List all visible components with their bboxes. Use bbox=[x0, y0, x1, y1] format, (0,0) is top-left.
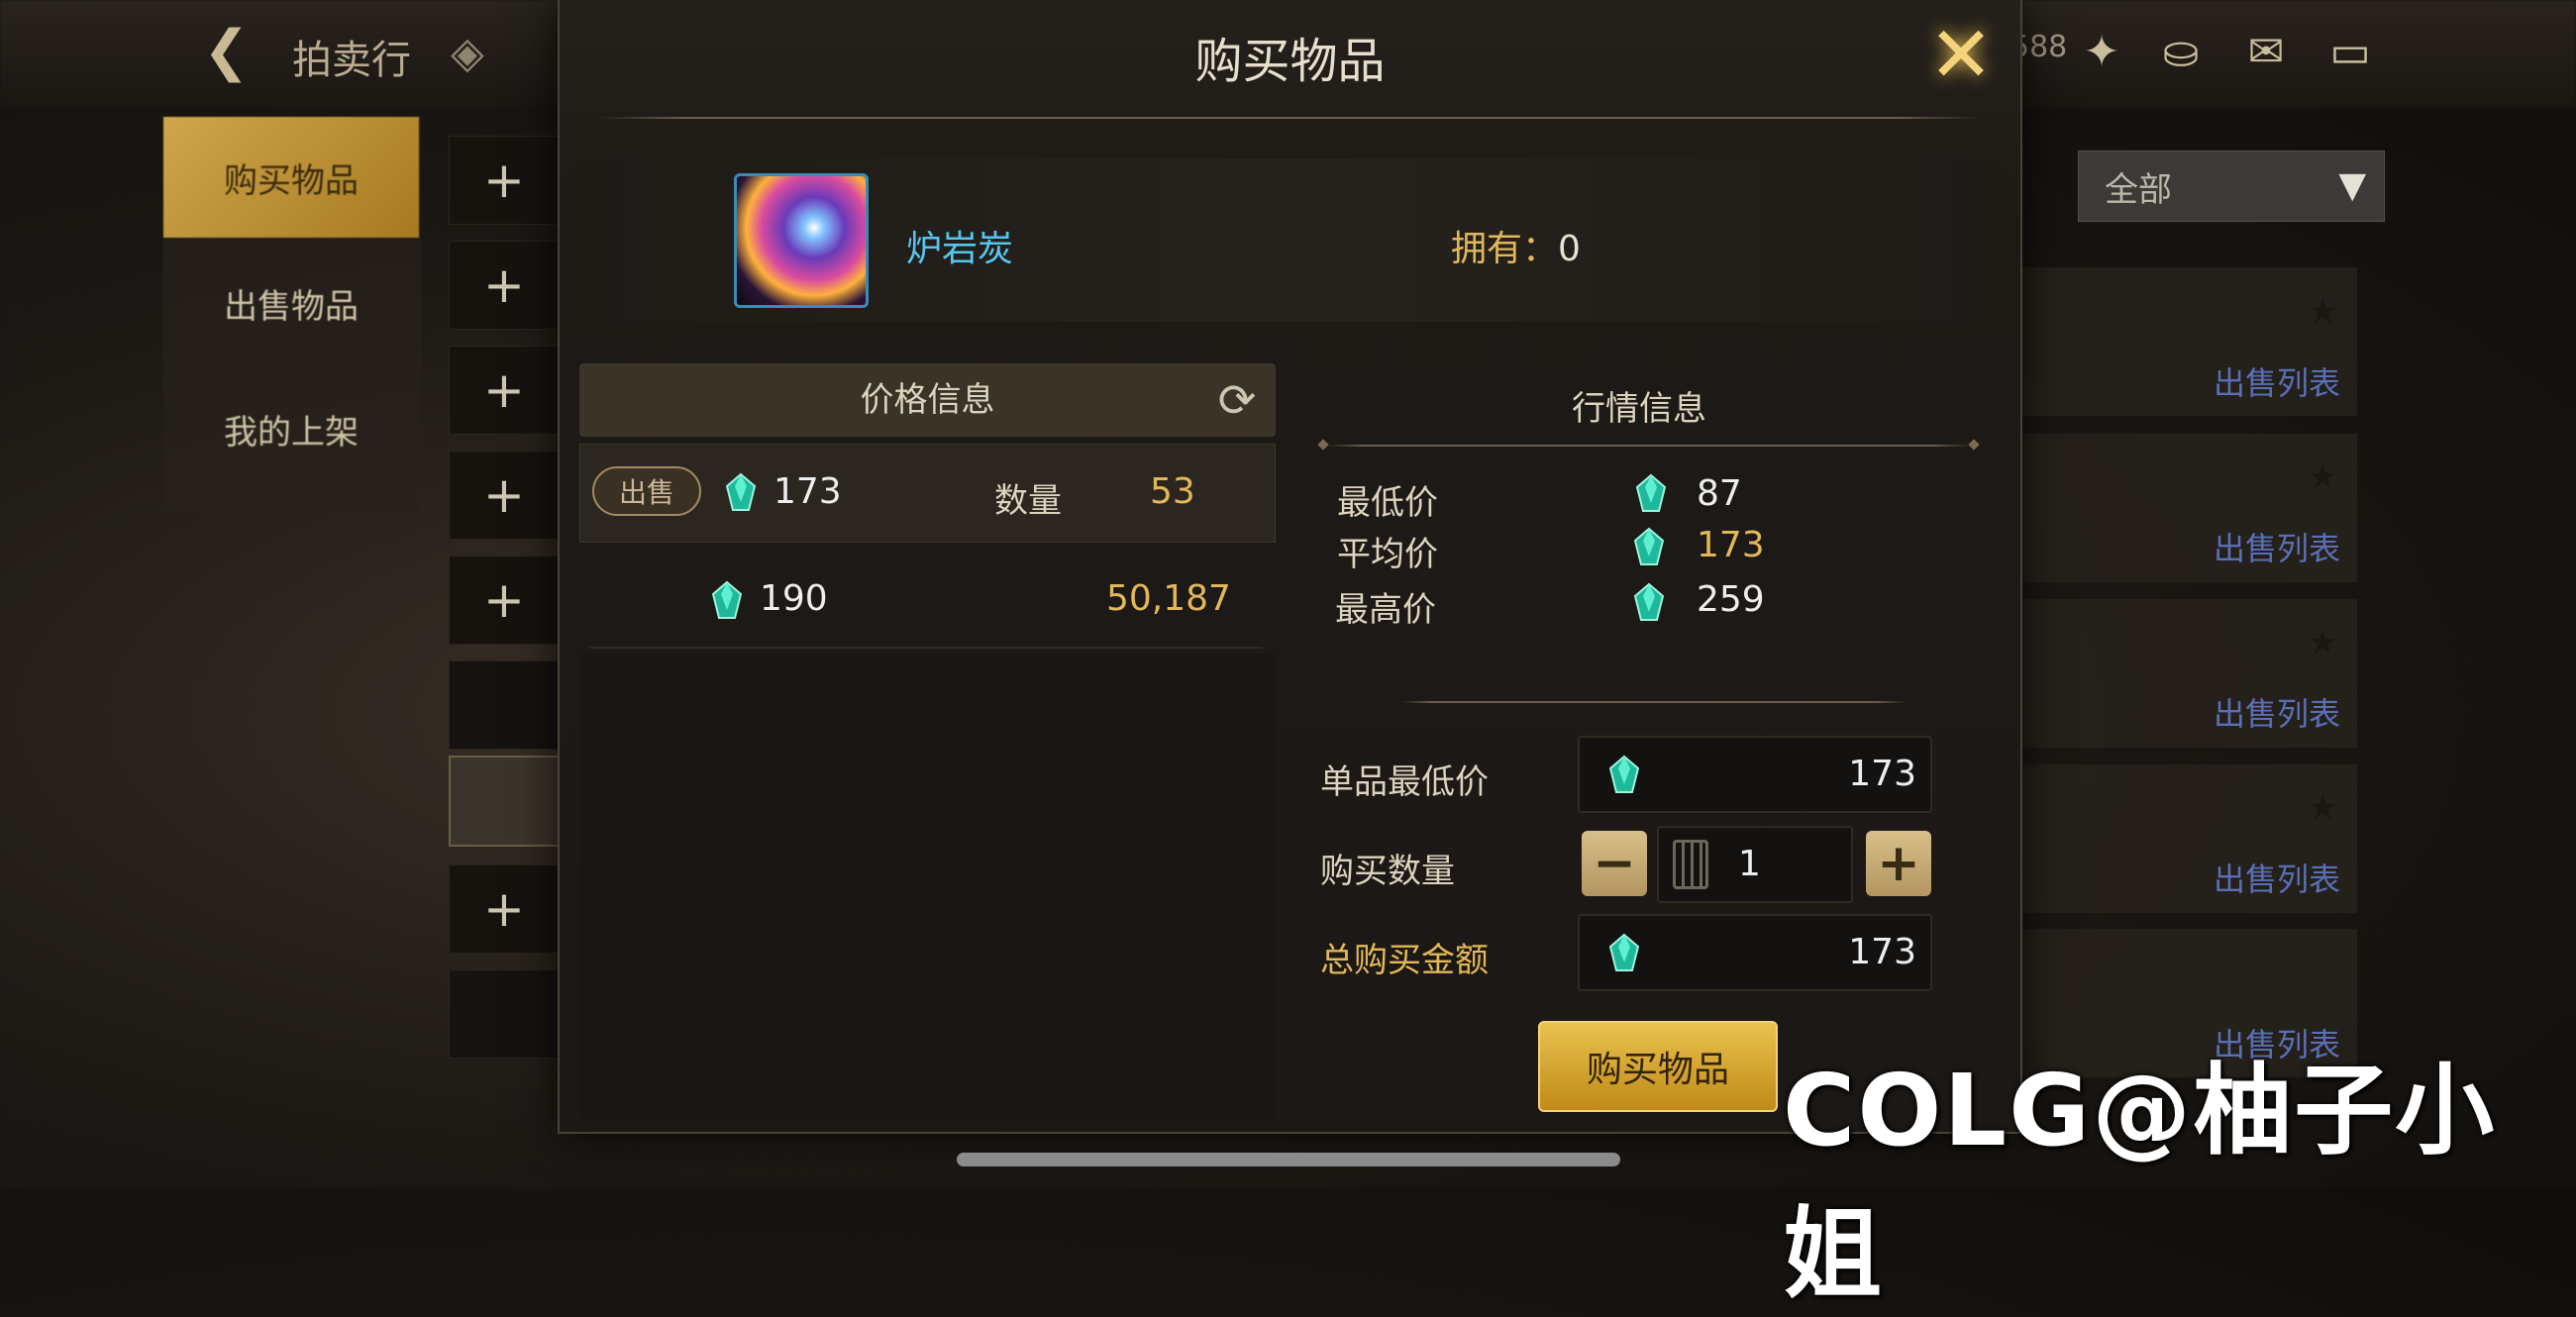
unit-lowest-label: 单品最低价 bbox=[1320, 762, 1489, 802]
price-list-empty-area bbox=[579, 654, 1276, 1119]
price-list-row[interactable]: 出售 173 数量 53 bbox=[579, 444, 1276, 543]
gem-icon bbox=[1635, 473, 1667, 512]
item-orb-icon[interactable] bbox=[734, 173, 869, 308]
mail-icon[interactable]: ✉ bbox=[2237, 28, 2295, 77]
refresh-icon[interactable]: ⟳ bbox=[1212, 375, 1262, 425]
buy-item-dialog: 购买物品 ✕ 炉岩炭 拥有：0 价格信息 ⟳ 出售 173 数量 53 190 … bbox=[558, 0, 2022, 1134]
sell-list-link[interactable]: 出售列表 bbox=[2214, 855, 2340, 900]
gem-icon bbox=[1633, 582, 1665, 621]
quantity-field-label: 购买数量 bbox=[1320, 852, 1455, 891]
highest-price-value: 259 bbox=[1697, 579, 1765, 620]
lowest-price-label: 最低价 bbox=[1337, 483, 1438, 523]
sidebar-tab-my-listings[interactable]: 我的上架 bbox=[163, 368, 419, 489]
sell-list-link[interactable]: 出售列表 bbox=[2214, 689, 2340, 735]
favorite-star-icon[interactable]: ★ bbox=[2308, 788, 2337, 828]
quantity-input-value: 1 bbox=[1738, 844, 1761, 884]
quantity-value: 53 bbox=[1150, 471, 1195, 512]
average-price-value: 173 bbox=[1697, 525, 1765, 565]
selected-slot[interactable] bbox=[449, 756, 562, 847]
owned-label: 拥有： bbox=[1451, 229, 1559, 269]
owned-count: 拥有：0 bbox=[1451, 220, 1581, 271]
gem-icon bbox=[725, 472, 757, 511]
quantity-label: 数量 bbox=[994, 481, 1062, 521]
price-value: 173 bbox=[773, 471, 842, 512]
increase-quantity-button[interactable]: + bbox=[1866, 831, 1931, 896]
item-name: 炉岩炭 bbox=[906, 229, 1014, 269]
sidebar-tab-sell[interactable]: 出售物品 bbox=[163, 243, 419, 363]
gem-icon bbox=[1608, 933, 1640, 971]
lowest-price-value: 87 bbox=[1697, 473, 1742, 514]
add-slot-button[interactable]: + bbox=[449, 864, 560, 954]
price-info-header: 价格信息 ⟳ bbox=[579, 363, 1276, 437]
add-slot-button[interactable]: + bbox=[449, 136, 560, 225]
price-info-title: 价格信息 bbox=[860, 380, 995, 420]
market-divider bbox=[1324, 445, 1973, 447]
close-icon[interactable]: ✕ bbox=[1921, 16, 2001, 95]
owned-value: 0 bbox=[1558, 229, 1581, 269]
chevron-down-icon: ▼ bbox=[2338, 165, 2366, 206]
total-amount-field: 173 bbox=[1578, 914, 1932, 991]
auction-house-title: 拍卖行 bbox=[292, 38, 411, 83]
dialog-title: 购买物品 bbox=[1194, 34, 1386, 89]
quantity-input[interactable]: 1 bbox=[1657, 826, 1853, 903]
info-diamond-icon[interactable]: ◈ bbox=[451, 28, 484, 78]
gem-icon bbox=[711, 580, 743, 619]
compass-icon[interactable]: ✦ bbox=[2073, 28, 2130, 77]
divider-dot bbox=[1317, 439, 1329, 451]
empty-slot bbox=[449, 660, 560, 750]
back-arrow-icon[interactable]: ❮ bbox=[203, 22, 272, 81]
price-value: 190 bbox=[760, 578, 828, 619]
quantity-value: 50,187 bbox=[1106, 578, 1231, 619]
unit-lowest-value: 173 bbox=[1848, 754, 1916, 794]
chat-icon[interactable]: ▭ bbox=[2321, 28, 2379, 77]
total-amount-label: 总购买金额 bbox=[1320, 941, 1489, 980]
market-info-title: 行情信息 bbox=[1572, 389, 1706, 429]
filter-value: 全部 bbox=[2105, 169, 2172, 210]
calculator-icon[interactable] bbox=[1673, 840, 1708, 889]
sell-list-link[interactable]: 出售列表 bbox=[2214, 524, 2340, 569]
gem-icon bbox=[1633, 527, 1665, 565]
divider-dot bbox=[1968, 439, 1980, 451]
add-slot-button[interactable]: + bbox=[449, 451, 560, 540]
empty-slot bbox=[449, 969, 560, 1059]
total-amount-value: 173 bbox=[1848, 932, 1916, 972]
highest-price-label: 最高价 bbox=[1335, 590, 1436, 630]
buy-item-button[interactable]: 购买物品 bbox=[1538, 1021, 1778, 1112]
favorite-star-icon[interactable]: ★ bbox=[2308, 457, 2337, 497]
sell-list-link[interactable]: 出售列表 bbox=[2214, 358, 2340, 404]
decrease-quantity-button[interactable]: − bbox=[1582, 831, 1647, 896]
home-indicator[interactable] bbox=[957, 1153, 1620, 1166]
category-filter-select[interactable]: 全部 ▼ bbox=[2078, 151, 2385, 222]
favorite-star-icon[interactable]: ★ bbox=[2308, 623, 2337, 662]
add-slot-button[interactable]: + bbox=[449, 241, 560, 330]
form-divider bbox=[1401, 701, 1906, 703]
add-slot-button[interactable]: + bbox=[449, 556, 560, 645]
title-divider bbox=[599, 117, 1981, 119]
add-slot-button[interactable]: + bbox=[449, 346, 560, 435]
bag-icon[interactable]: ⛀ bbox=[2152, 28, 2210, 77]
average-price-label: 平均价 bbox=[1337, 535, 1438, 574]
sell-badge: 出售 bbox=[592, 466, 701, 516]
favorite-star-icon[interactable]: ★ bbox=[2308, 292, 2337, 332]
row-divider bbox=[589, 647, 1263, 649]
sidebar-tab-buy[interactable]: 购买物品 bbox=[163, 117, 419, 238]
gem-icon bbox=[1608, 755, 1640, 793]
unit-lowest-field: 173 bbox=[1578, 736, 1932, 813]
watermark: COLG@柚子小姐 bbox=[1783, 1053, 2497, 1312]
